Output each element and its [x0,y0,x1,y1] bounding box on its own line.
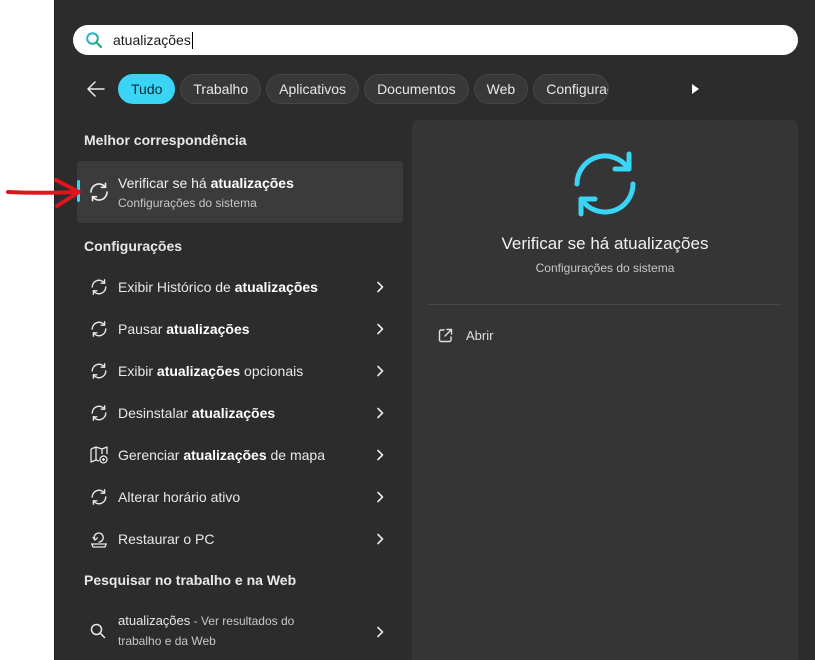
sync-icon [89,361,109,381]
divider [428,304,782,305]
settings-result-row[interactable]: Alterar horário ativo [77,477,403,517]
sync-icon [89,403,109,423]
best-match-result[interactable]: Verificar se há atualizações Configuraçõ… [77,161,403,223]
external-link-icon [438,328,453,342]
best-match-heading: Melhor correspondência [84,132,247,148]
best-match-title: Verificar se há atualizações [118,175,294,191]
play-right-icon [692,84,699,94]
settings-result-label: Gerenciar atualizações de mapa [118,447,325,463]
settings-result-row[interactable]: Gerenciar atualizações de mapa [77,435,403,475]
filter-pill-aplicativos[interactable]: Aplicativos [266,74,360,104]
settings-result-label: Pausar atualizações [118,321,250,337]
search-icon [85,30,105,50]
settings-heading: Configurações [84,238,183,254]
filter-pill-web[interactable]: Web [473,74,529,104]
web-result-line1: atualizações - Ver resultados do [118,613,295,628]
sync-icon [89,277,109,297]
settings-result-label: Restaurar o PC [118,531,215,547]
sync-icon [89,319,109,339]
filter-bar: Tudo Trabalho Aplicativos Documentos Web Conf… [81,73,801,105]
web-search-result[interactable]: atualizações - Ver resultados do trabalh… [77,610,403,654]
filter-pill-trabalho[interactable]: Trabalho [180,74,262,104]
settings-result-label: Exibir Histórico de atualizações [118,279,318,295]
chevron-right-icon [373,322,387,336]
open-button[interactable]: Abrir [438,325,493,345]
settings-result-row[interactable]: Exibir Histórico de atualizações [77,267,403,307]
filter-pill-configurações[interactable]: Configurações [533,74,610,104]
search-icon [89,622,107,645]
best-match-subtitle: Configurações do sistema [118,196,257,210]
preview-title: Verificar se há atualizações [501,234,709,253]
filter-pill-tudo[interactable]: Tudo [118,74,176,104]
preview-subtitle: Configurações do sistema [535,261,675,275]
sync-icon [87,180,111,209]
settings-result-row[interactable]: Restaurar o PC [77,519,403,559]
chevron-right-icon [373,625,387,644]
red-arrow-icon [6,178,81,208]
web-search-heading: Pesquisar no trabalho e na Web [84,572,297,588]
back-button[interactable] [81,74,111,104]
settings-result-row[interactable]: Desinstalar atualizações [77,393,403,433]
map-icon [89,445,109,465]
restore-icon [89,529,109,549]
preview-panel: Verificar se há atualizações Configuraçõ… [412,120,798,660]
filter-pill-documentos[interactable]: Documentos [364,74,469,104]
web-result-line2: trabalho e da Web [118,634,216,648]
search-window: atualizações Tudo Trabalho Aplicativos Docu… [54,0,815,660]
chevron-right-icon [373,280,387,294]
chevron-right-icon [373,406,387,420]
sync-icon [89,487,109,507]
search-query-text: atualizações [113,32,191,48]
text-caret [191,31,193,49]
settings-result-label: Exibir atualizações opcionais [118,363,304,379]
settings-result-label: Alterar horário ativo [118,489,241,505]
search-input[interactable]: atualizações [73,25,798,55]
chevron-right-icon [373,490,387,504]
sync-icon-large [571,150,639,223]
settings-result-row[interactable]: Exibir atualizações opcionais [77,351,403,391]
chevron-right-icon [373,448,387,462]
filter-pills: Tudo Trabalho Aplicativos Documentos Web Conf… [118,74,675,104]
open-label: Abrir [466,327,494,343]
settings-result-label: Desinstalar atualizações [118,405,276,421]
settings-result-row[interactable]: Pausar atualizações [77,309,403,349]
chevron-right-icon [373,364,387,378]
chevron-right-icon [373,532,387,546]
more-filters-button[interactable] [683,74,707,104]
back-arrow-icon [87,81,105,97]
